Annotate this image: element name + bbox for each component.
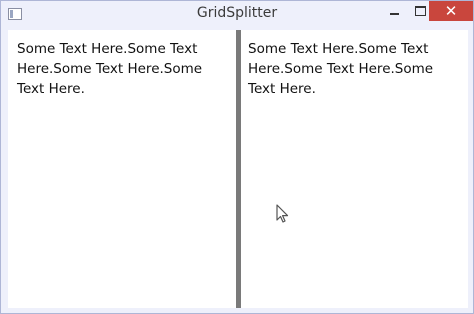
right-pane: Some Text Here.Some Text Here.Some Text … bbox=[241, 30, 468, 308]
maximize-icon bbox=[414, 6, 426, 16]
right-pane-text: Some Text Here.Some Text Here.Some Text … bbox=[248, 41, 434, 97]
grid-content: Some Text Here.Some Text Here.Some Text … bbox=[8, 30, 468, 308]
close-button[interactable]: ✕ bbox=[429, 1, 473, 21]
title-bar[interactable]: GridSplitter ✕ bbox=[1, 1, 473, 29]
app-window: GridSplitter ✕ Some Text Here.Some Text … bbox=[0, 0, 474, 314]
minimize-button[interactable] bbox=[381, 1, 407, 21]
close-icon: ✕ bbox=[444, 2, 458, 20]
left-pane-text: Some Text Here.Some Text Here.Some Text … bbox=[17, 41, 203, 97]
left-pane: Some Text Here.Some Text Here.Some Text … bbox=[8, 30, 236, 308]
minimize-icon bbox=[389, 13, 399, 15]
mouse-cursor-icon bbox=[276, 204, 289, 223]
